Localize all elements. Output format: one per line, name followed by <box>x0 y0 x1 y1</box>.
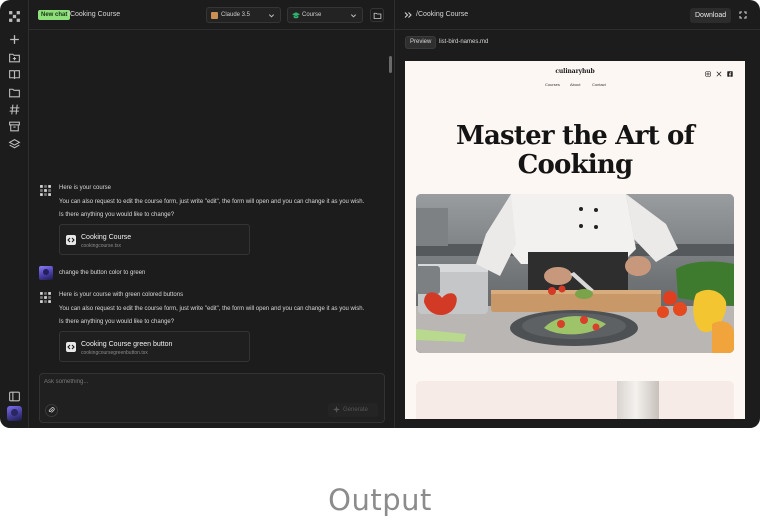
site-nav-about[interactable]: About <box>570 82 580 87</box>
sparkle-icon <box>333 406 340 413</box>
message-text: You can also request to edit the course … <box>59 306 365 312</box>
chat-panel: New chat /Cooking Course Claude 3.5 Cour… <box>29 0 394 428</box>
layers-icon[interactable] <box>8 138 21 151</box>
assistant-icon <box>39 291 52 304</box>
code-icon <box>66 342 76 352</box>
icon-rail <box>0 0 29 428</box>
account-avatar[interactable] <box>7 406 22 421</box>
plus-icon[interactable] <box>8 33 21 46</box>
assistant-icon <box>39 184 52 197</box>
output-caption: Output <box>328 483 432 517</box>
fullscreen-icon[interactable] <box>739 11 747 19</box>
file-card-title: Cooking Course <box>81 234 132 241</box>
site-preview: culinaryhub Courses About Contact Master… <box>405 61 745 419</box>
user-avatar <box>39 266 53 280</box>
prompt-input[interactable] <box>44 377 344 387</box>
project-dropdown-label: Course <box>302 12 322 18</box>
generate-label: Generate <box>343 407 369 413</box>
project-dropdown[interactable]: Course <box>287 7 363 23</box>
hero-heading: Master the Art of Cooking <box>405 122 745 180</box>
generate-button[interactable]: Generate <box>328 403 378 417</box>
preview-title: /Cooking Course <box>416 11 469 18</box>
model-dropdown[interactable]: Claude 3.5 <box>206 7 281 23</box>
file-card[interactable]: Cooking Course green button cookingcours… <box>59 331 250 362</box>
chat-header: New chat /Cooking Course Claude 3.5 Cour… <box>29 0 394 30</box>
product-image <box>617 381 659 419</box>
preview-panel: /Cooking Course Download Preview list-bi… <box>394 0 760 428</box>
open-folder-button[interactable] <box>370 8 384 22</box>
user-message-text: change the button color to green <box>59 270 146 276</box>
double-chevron-right-icon[interactable] <box>404 11 412 19</box>
tab-preview[interactable]: Preview <box>405 36 437 49</box>
chevron-down-icon <box>268 12 275 19</box>
claude-icon <box>211 12 218 19</box>
app-window: New chat /Cooking Course Claude 3.5 Cour… <box>0 0 760 428</box>
model-dropdown-label: Claude 3.5 <box>221 12 251 18</box>
composer: Generate <box>39 373 385 423</box>
hero-line-2: Cooking <box>517 150 634 180</box>
grid-logo-icon[interactable] <box>8 10 21 23</box>
file-card-filename: cookingcourse.tsx <box>81 243 122 249</box>
hero-photo <box>416 194 734 353</box>
hero-line-1: Master the Art of <box>456 121 695 151</box>
code-icon <box>66 235 76 245</box>
book-icon[interactable] <box>8 68 21 81</box>
chevron-down-icon <box>350 12 357 19</box>
message-text: Is there anything you would like to chan… <box>59 212 175 218</box>
preview-header: /Cooking Course Download <box>395 0 760 30</box>
file-card-filename: cookingcoursegreenbutton.tsx <box>81 350 148 356</box>
chat-title: /Cooking Course <box>68 11 121 18</box>
site-logo[interactable]: culinaryhub <box>405 68 745 75</box>
chat-scrollbar[interactable] <box>389 56 392 73</box>
x-icon[interactable] <box>716 71 722 77</box>
attach-button[interactable] <box>45 404 58 417</box>
tab-list-bird-names[interactable]: list-bird-names.md <box>435 36 492 49</box>
next-section-preview <box>416 381 734 419</box>
hash-icon[interactable] <box>8 103 21 116</box>
message-text: Is there anything you would like to chan… <box>59 319 175 325</box>
message-text: You can also request to edit the course … <box>59 199 365 205</box>
site-nav-courses[interactable]: Courses <box>545 82 560 87</box>
message-text: Here is your course with green colored b… <box>59 292 184 298</box>
file-card[interactable]: Cooking Course cookingcourse.tsx <box>59 224 250 255</box>
folder-plus-icon[interactable] <box>8 51 21 64</box>
new-chat-badge[interactable]: New chat <box>38 10 71 20</box>
instagram-icon[interactable] <box>705 71 711 77</box>
archive-icon[interactable] <box>8 120 21 133</box>
facebook-icon[interactable] <box>727 71 733 77</box>
sidebar-toggle-icon[interactable] <box>8 390 21 403</box>
site-nav-contact[interactable]: Contact <box>592 82 606 87</box>
download-button[interactable]: Download <box>690 8 732 23</box>
file-card-title: Cooking Course green button <box>81 341 173 348</box>
graduation-cap-icon <box>292 12 300 19</box>
message-text: Here is your course <box>59 185 112 191</box>
folder-icon[interactable] <box>8 86 21 99</box>
